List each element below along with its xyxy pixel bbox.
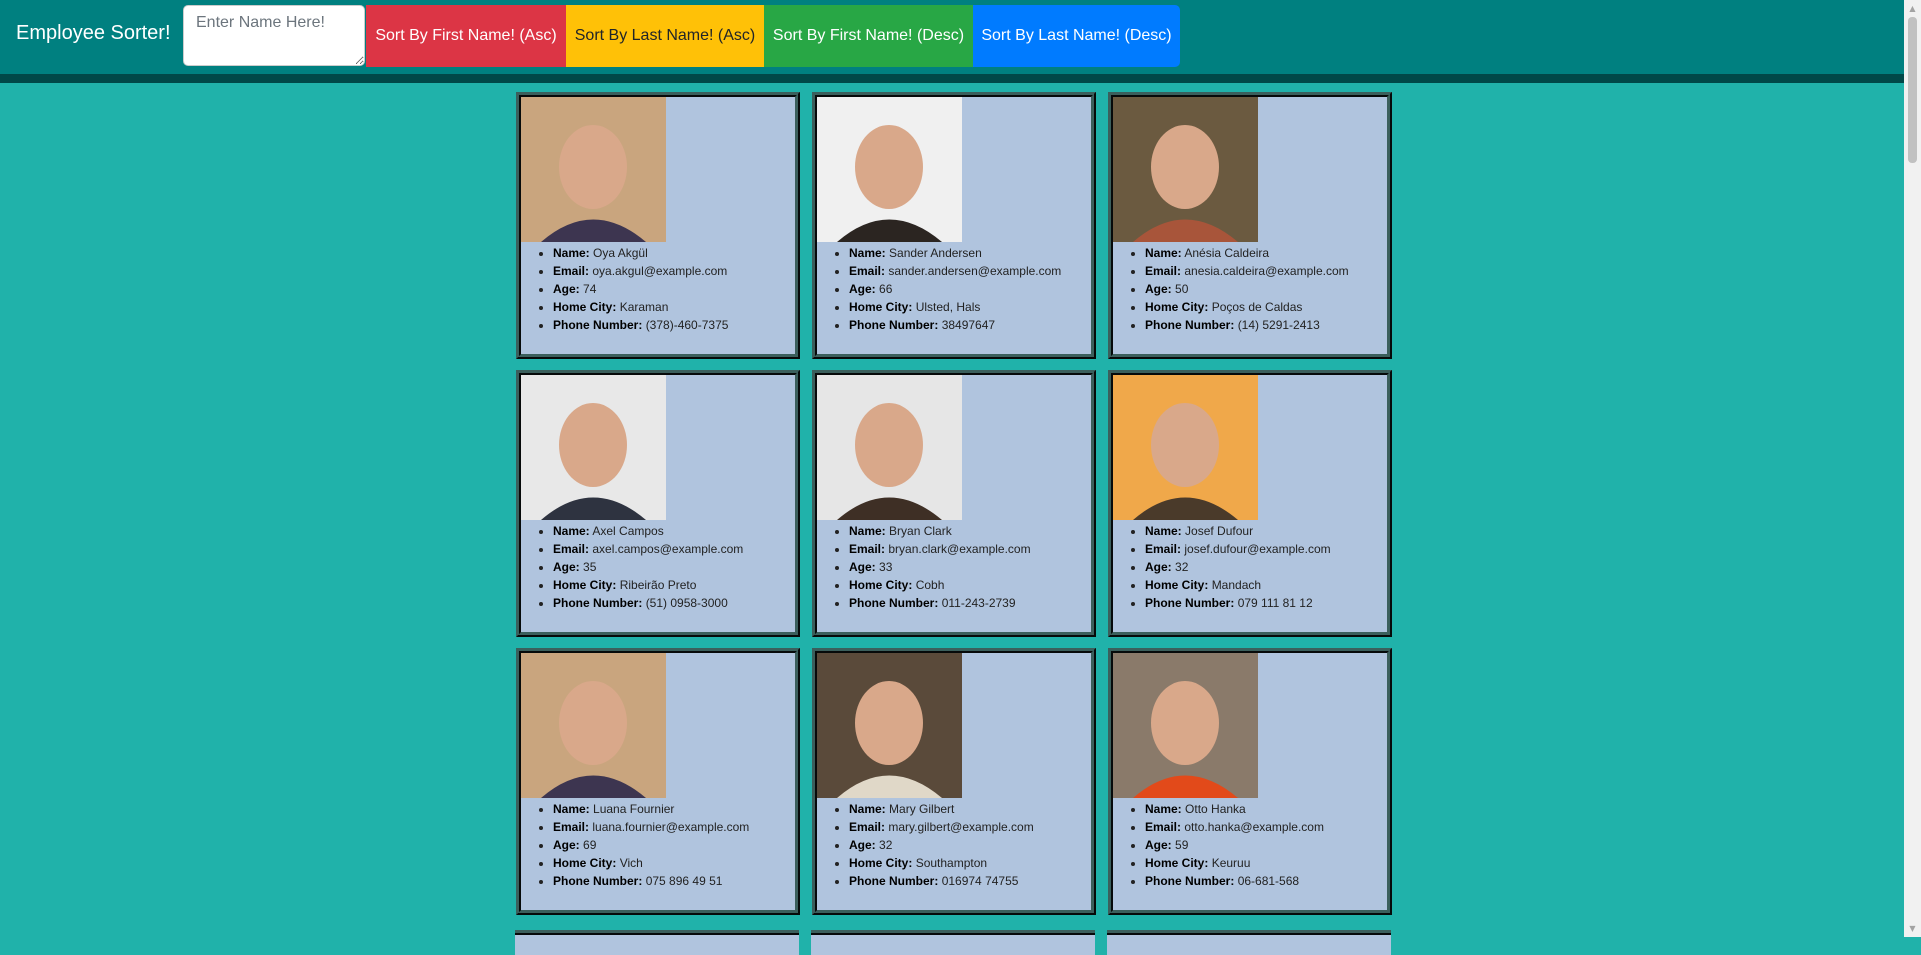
detail-phone: Phone Number: 38497647 [849,316,1091,334]
employee-card: Name: Luana FournierEmail: luana.fournie… [516,648,800,915]
navbar: Employee Sorter! Sort By First Name! (As… [0,0,1904,83]
sort-first-desc-button[interactable]: Sort By First Name! (Desc) [764,5,973,67]
detail-phone: Phone Number: (14) 5291-2413 [1145,316,1387,334]
employee-photo [817,375,962,520]
employee-card: Name: Axel CamposEmail: axel.campos@exam… [516,370,800,637]
detail-name: Name: Luana Fournier [553,800,795,818]
employee-details: Name: Anésia CaldeiraEmail: anesia.calde… [1113,244,1387,334]
detail-age: Age: 32 [849,836,1091,854]
employee-details: Name: Luana FournierEmail: luana.fournie… [521,800,795,890]
search-input[interactable] [183,5,365,66]
detail-name: Name: Axel Campos [553,522,795,540]
employee-card: Name: Mary GilbertEmail: mary.gilbert@ex… [812,648,1096,915]
detail-phone: Phone Number: 016974 74755 [849,872,1091,890]
detail-city: Home City: Poços de Caldas [1145,298,1387,316]
scroll-up-icon[interactable]: ▲ [1904,0,1921,17]
detail-age: Age: 59 [1145,836,1387,854]
detail-age: Age: 66 [849,280,1091,298]
employee-details: Name: Bryan ClarkEmail: bryan.clark@exam… [817,522,1091,612]
detail-email: Email: josef.dufour@example.com [1145,540,1387,558]
employee-card-partial [811,930,1095,955]
detail-age: Age: 74 [553,280,795,298]
detail-email: Email: luana.fournier@example.com [553,818,795,836]
detail-age: Age: 33 [849,558,1091,576]
detail-phone: Phone Number: 079 111 81 12 [1145,594,1387,612]
employee-card: Name: Josef DufourEmail: josef.dufour@ex… [1108,370,1392,637]
detail-email: Email: axel.campos@example.com [553,540,795,558]
employee-card-partial [515,930,799,955]
employee-details: Name: Mary GilbertEmail: mary.gilbert@ex… [817,800,1091,890]
employee-card-partial [1107,930,1391,955]
detail-email: Email: anesia.caldeira@example.com [1145,262,1387,280]
detail-city: Home City: Southampton [849,854,1091,872]
page-scrollbar[interactable]: ▲ ▼ [1904,0,1921,937]
employee-photo [1113,375,1258,520]
employee-card: Name: Oya AkgülEmail: oya.akgul@example.… [516,92,800,359]
employee-details: Name: Otto HankaEmail: otto.hanka@exampl… [1113,800,1387,890]
detail-city: Home City: Cobh [849,576,1091,594]
employee-details: Name: Sander AndersenEmail: sander.ander… [817,244,1091,334]
detail-city: Home City: Mandach [1145,576,1387,594]
detail-name: Name: Josef Dufour [1145,522,1387,540]
employee-details: Name: Josef DufourEmail: josef.dufour@ex… [1113,522,1387,612]
detail-name: Name: Oya Akgül [553,244,795,262]
detail-city: Home City: Karaman [553,298,795,316]
employee-photo [817,97,962,242]
employee-card: Name: Sander AndersenEmail: sander.ander… [812,92,1096,359]
detail-phone: Phone Number: 011-243-2739 [849,594,1091,612]
detail-phone: Phone Number: 06-681-568 [1145,872,1387,890]
detail-name: Name: Bryan Clark [849,522,1091,540]
detail-email: Email: sander.andersen@example.com [849,262,1091,280]
detail-phone: Phone Number: (378)-460-7375 [553,316,795,334]
detail-phone: Phone Number: (51) 0958-3000 [553,594,795,612]
employee-photo [1113,97,1258,242]
detail-email: Email: bryan.clark@example.com [849,540,1091,558]
employee-details: Name: Axel CamposEmail: axel.campos@exam… [521,522,795,612]
employee-card: Name: Anésia CaldeiraEmail: anesia.calde… [1108,92,1392,359]
employee-photo [521,97,666,242]
scroll-down-icon[interactable]: ▼ [1904,920,1921,937]
detail-name: Name: Otto Hanka [1145,800,1387,818]
detail-name: Name: Sander Andersen [849,244,1091,262]
employee-photo [521,653,666,798]
brand-title: Employee Sorter! [16,22,171,44]
detail-name: Name: Anésia Caldeira [1145,244,1387,262]
detail-city: Home City: Vich [553,854,795,872]
employee-card: Name: Otto HankaEmail: otto.hanka@exampl… [1108,648,1392,915]
detail-name: Name: Mary Gilbert [849,800,1091,818]
sort-last-asc-button[interactable]: Sort By Last Name! (Asc) [566,5,764,67]
detail-age: Age: 69 [553,836,795,854]
employee-card: Name: Bryan ClarkEmail: bryan.clark@exam… [812,370,1096,637]
detail-city: Home City: Ulsted, Hals [849,298,1091,316]
detail-email: Email: mary.gilbert@example.com [849,818,1091,836]
detail-city: Home City: Keuruu [1145,854,1387,872]
employee-photo [1113,653,1258,798]
sort-last-desc-button[interactable]: Sort By Last Name! (Desc) [973,5,1180,67]
detail-email: Email: otto.hanka@example.com [1145,818,1387,836]
detail-phone: Phone Number: 075 896 49 51 [553,872,795,890]
detail-city: Home City: Ribeirão Preto [553,576,795,594]
detail-email: Email: oya.akgul@example.com [553,262,795,280]
detail-age: Age: 50 [1145,280,1387,298]
scroll-thumb[interactable] [1908,17,1917,163]
employee-details: Name: Oya AkgülEmail: oya.akgul@example.… [521,244,795,334]
sort-first-asc-button[interactable]: Sort By First Name! (Asc) [366,5,566,67]
employee-photo [521,375,666,520]
detail-age: Age: 32 [1145,558,1387,576]
employee-photo [817,653,962,798]
detail-age: Age: 35 [553,558,795,576]
